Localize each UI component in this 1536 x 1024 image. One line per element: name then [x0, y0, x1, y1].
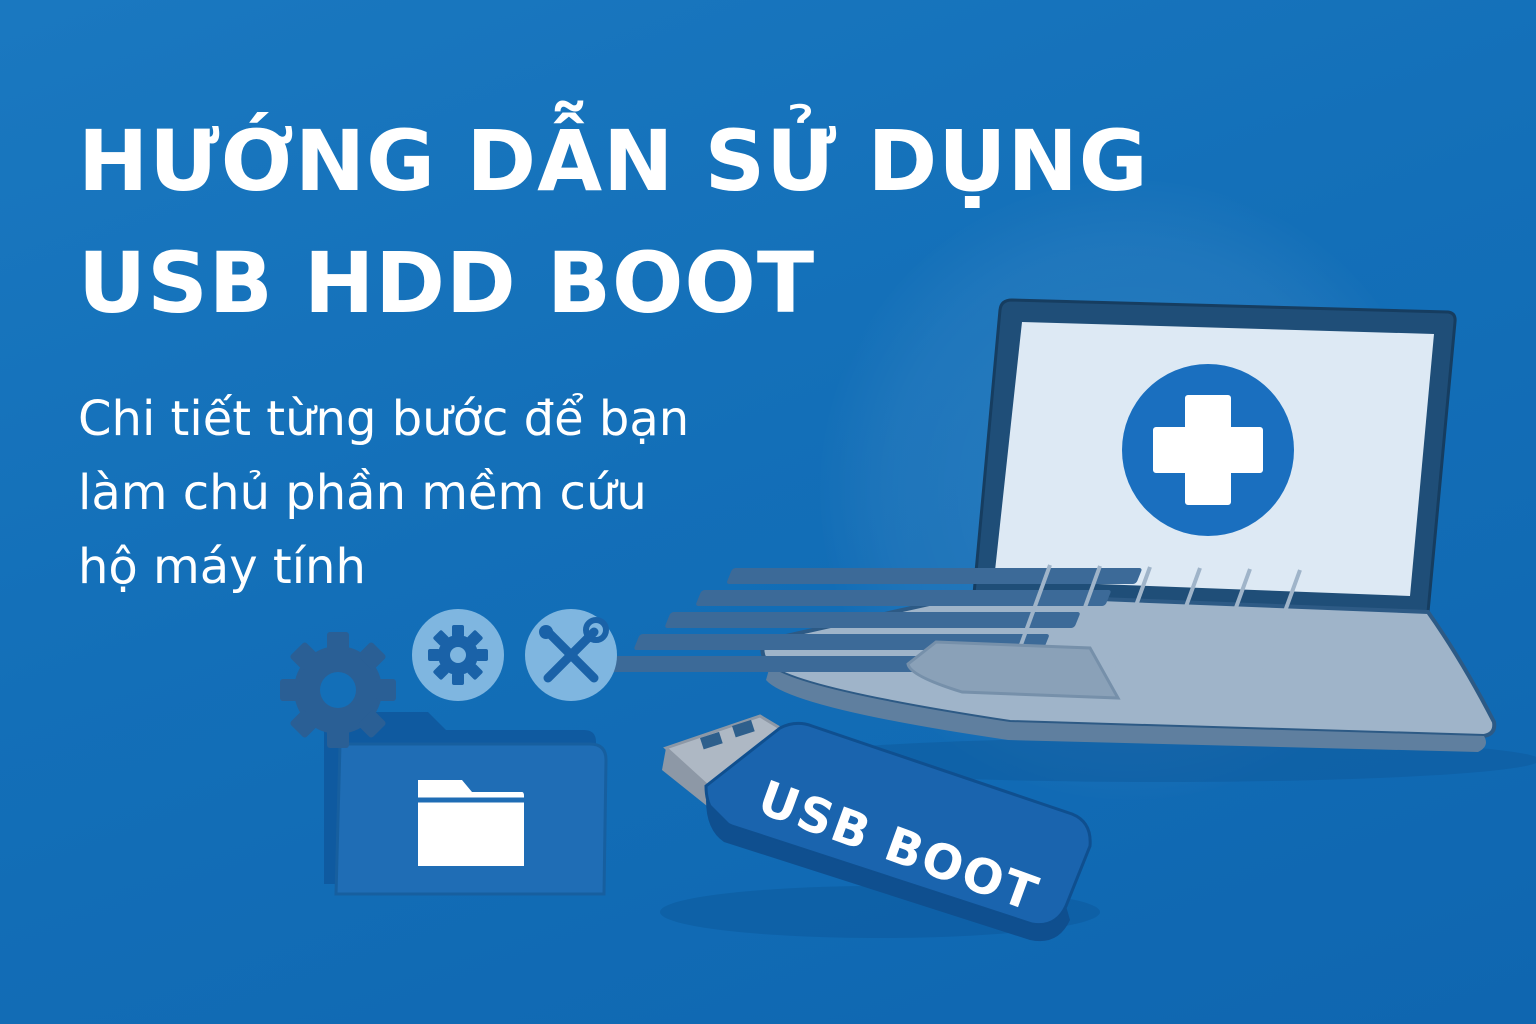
plus-icon [1122, 364, 1294, 536]
tools-icon [525, 609, 617, 701]
laptop-icon [603, 298, 1497, 752]
settings-gear-icon [412, 609, 504, 701]
folder-icon [324, 712, 608, 896]
illustration [280, 298, 1536, 942]
gear-icon [280, 632, 396, 748]
